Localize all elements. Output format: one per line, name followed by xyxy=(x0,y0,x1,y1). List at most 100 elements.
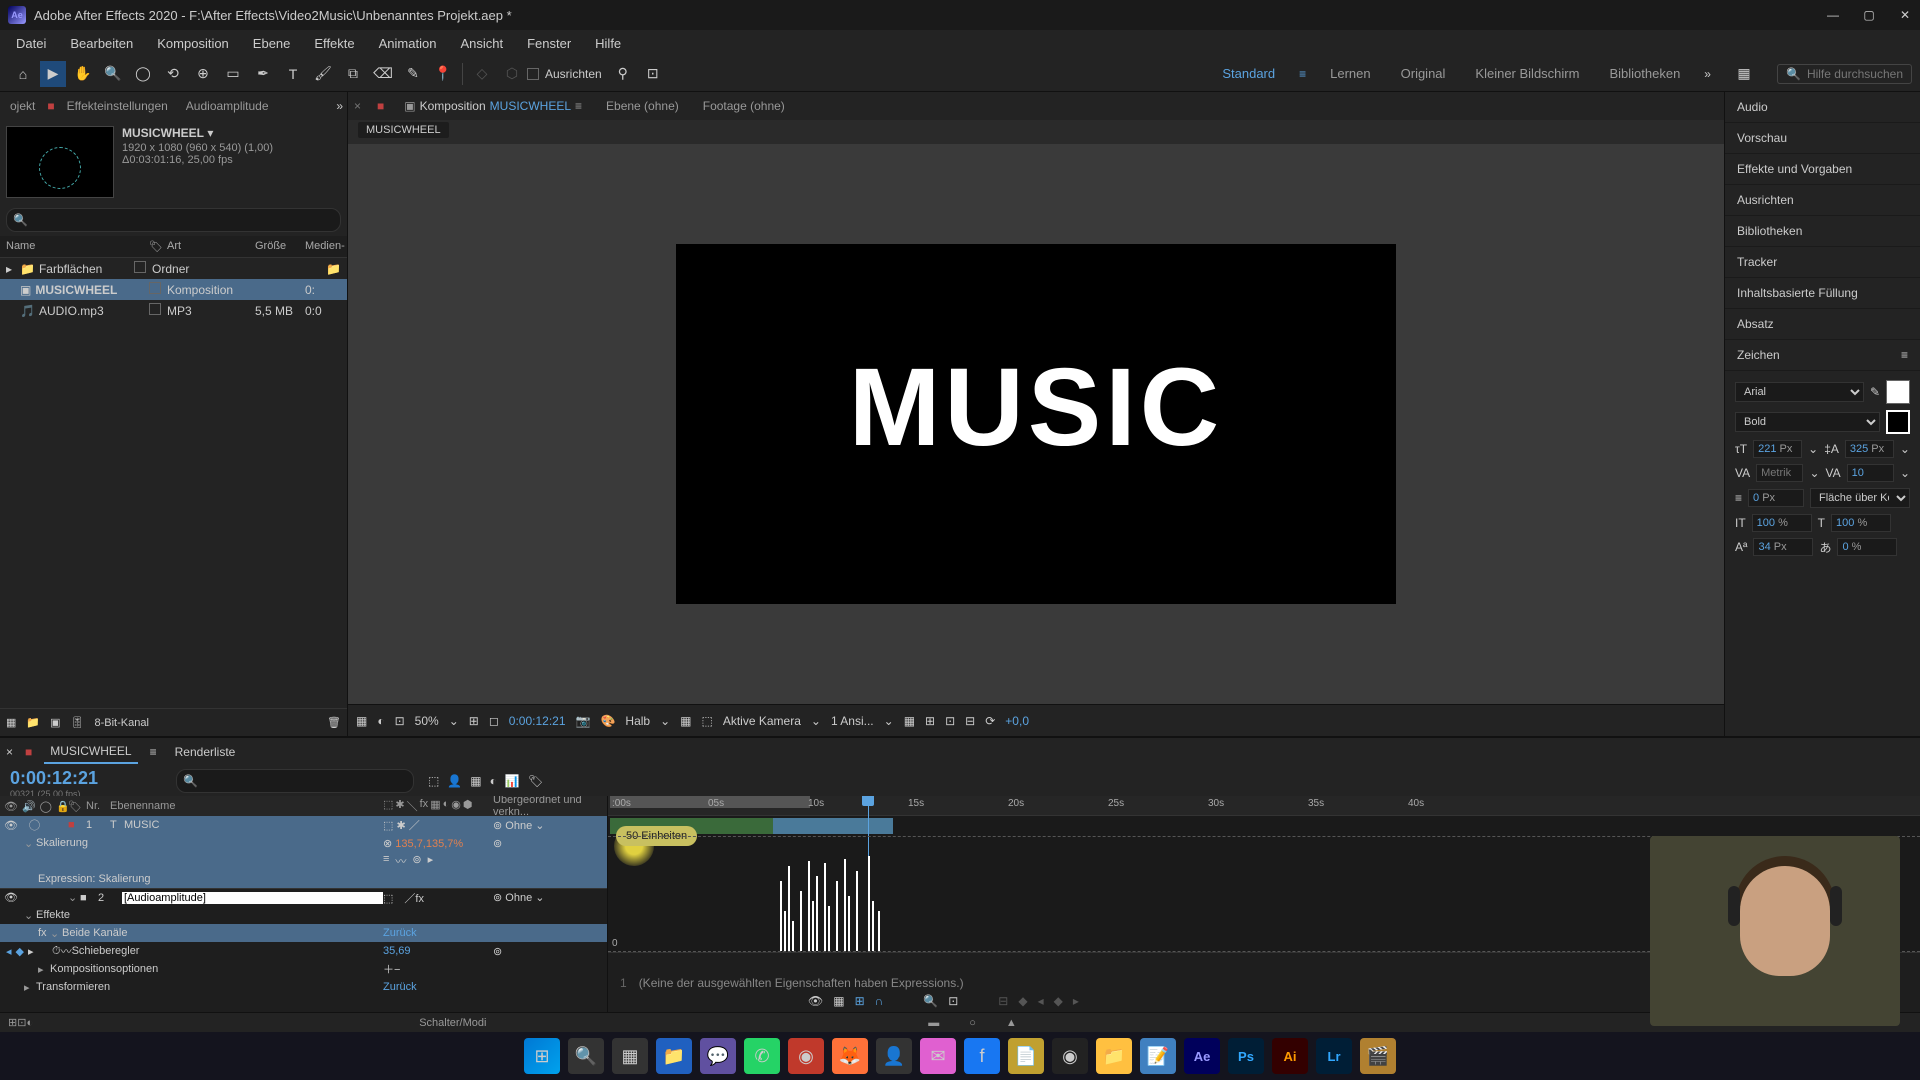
switches-modes-toggle[interactable]: Schalter/Modi xyxy=(33,1017,872,1029)
effect-settings-tab[interactable]: Effekteinstellungen xyxy=(61,95,174,117)
layer-name[interactable]: MUSIC xyxy=(124,819,383,831)
chevron-down-icon[interactable]: ⌄ xyxy=(1808,442,1818,456)
prop-value[interactable]: 135,7,135,7% xyxy=(395,838,463,850)
menu-composition[interactable]: Komposition xyxy=(147,32,239,55)
video-toggle-icon[interactable]: 👁 xyxy=(4,800,18,813)
switch-icon[interactable]: ✱ xyxy=(395,798,404,814)
zoom-out-icon[interactable]: ▬ xyxy=(928,1017,939,1029)
switch-icon[interactable]: ⬚ xyxy=(383,798,393,814)
chevron-down-icon[interactable]: ⌄ xyxy=(1900,442,1910,456)
time-ruler[interactable]: :00s 05s 10s 15s 20s 25s 30s 35s 40s xyxy=(608,796,1920,816)
leading-input[interactable]: 325 Px xyxy=(1845,440,1894,458)
slider-property[interactable]: ◂ ◆ ▸ ⏱ 〰 Schieberegler 35,69 ⊚ xyxy=(0,942,607,960)
panel-preview[interactable]: Vorschau xyxy=(1725,123,1920,154)
timeline-tab-render[interactable]: Renderliste xyxy=(169,741,242,763)
panel-character-title[interactable]: Zeichen xyxy=(1737,348,1780,362)
reset-link[interactable]: Zurück xyxy=(383,981,493,993)
nr-col[interactable]: Nr. xyxy=(86,800,110,812)
resolution-select[interactable]: Halb xyxy=(625,714,650,728)
layer-row-2[interactable]: 👁 ⌄ ■ 2 [Audioamplitude] ⬚ ／fx ⊚ Ohne ⌄ xyxy=(0,888,607,906)
graph-fit-icon[interactable]: 🔍 xyxy=(923,994,938,1008)
grid-icon[interactable]: ⊡ xyxy=(945,714,955,728)
viewer-lock-icon[interactable]: × xyxy=(354,99,361,113)
selection-tool-icon[interactable]: ▶ xyxy=(40,61,66,87)
workspace-original[interactable]: Original xyxy=(1395,62,1452,85)
minimize-button[interactable]: — xyxy=(1826,8,1840,22)
separate-dims-icon[interactable]: ⊟ xyxy=(998,994,1008,1008)
font-style-select[interactable]: Bold xyxy=(1735,412,1880,432)
col-name[interactable]: Name xyxy=(6,240,149,253)
clone-tool-icon[interactable]: ⧉ xyxy=(340,61,366,87)
res-dropdown-icon[interactable]: ⌄ xyxy=(660,714,670,728)
trash-icon[interactable]: 🗑 xyxy=(327,716,341,729)
effect-comp-tab[interactable]: Audioamplitude xyxy=(180,95,275,117)
orbit-tool-icon[interactable]: ◯ xyxy=(130,61,156,87)
baseline-input[interactable]: 34 Px xyxy=(1753,538,1813,556)
app-icon-1[interactable]: 💬 xyxy=(700,1038,736,1074)
col-type[interactable]: Art xyxy=(167,240,255,253)
facebook-icon[interactable]: f xyxy=(964,1038,1000,1074)
stopwatch-icon[interactable]: ⏱ xyxy=(52,945,61,958)
show-snapshot-icon[interactable]: 🎨 xyxy=(600,714,615,728)
app-icon-2[interactable]: ◉ xyxy=(788,1038,824,1074)
frame-blend-toggle-icon[interactable]: ⊡ xyxy=(17,1016,26,1029)
expr-enable-icon[interactable]: ≡ xyxy=(383,853,389,869)
current-time-display[interactable]: 0:00:12:21 xyxy=(10,768,160,789)
camera-dropdown-icon[interactable]: ⌄ xyxy=(811,714,821,728)
home-tool-icon[interactable]: ⌂ xyxy=(10,61,36,87)
eyedropper-icon[interactable]: ✎ xyxy=(1870,385,1880,399)
snapshot-icon[interactable]: 📷 xyxy=(576,714,591,728)
panel-audio[interactable]: Audio xyxy=(1725,92,1920,123)
pixel-aspect-icon[interactable]: ⊟ xyxy=(965,714,975,728)
fast-preview-icon[interactable]: ⟳ xyxy=(985,714,995,728)
menu-animation[interactable]: Animation xyxy=(369,32,447,55)
maximize-button[interactable]: ▢ xyxy=(1862,8,1876,22)
exposure-value[interactable]: +0,0 xyxy=(1005,714,1029,728)
new-comp-icon[interactable]: ▣ xyxy=(50,716,60,729)
switch-icon[interactable]: ▦ xyxy=(430,798,440,814)
panel-menu-icon[interactable]: » xyxy=(336,99,343,113)
workspace-menu-icon[interactable]: ≡ xyxy=(1299,67,1306,81)
panel-align[interactable]: Ausrichten xyxy=(1725,185,1920,216)
edit-key-icon[interactable]: ◆ xyxy=(1018,994,1027,1008)
close-button[interactable]: ✕ xyxy=(1898,8,1912,22)
viewer-tab-comp[interactable]: ▣ Komposition MUSICWHEEL ≡ xyxy=(400,95,586,117)
parent-select[interactable]: Ohne xyxy=(505,892,532,904)
key-ease-icon[interactable]: ◆ xyxy=(1054,994,1063,1008)
app-icon-3[interactable]: 👤 xyxy=(876,1038,912,1074)
timeline-close-icon[interactable]: × xyxy=(6,745,13,759)
graph-fit-all-icon[interactable]: ⊡ xyxy=(948,994,958,1008)
prev-key-icon[interactable]: ◂ xyxy=(6,945,12,958)
app-icon-5[interactable]: 🎬 xyxy=(1360,1038,1396,1074)
task-view-icon[interactable]: ▦ xyxy=(612,1038,648,1074)
composition-canvas[interactable]: MUSIC xyxy=(676,244,1396,604)
rotate-tool-icon[interactable]: ⟲ xyxy=(160,61,186,87)
notepad-icon[interactable]: 📝 xyxy=(1140,1038,1176,1074)
switch-icon[interactable]: ⬢ xyxy=(463,798,473,814)
zoom-slider[interactable]: ○ xyxy=(969,1017,976,1029)
views-select[interactable]: 1 Ansi... xyxy=(831,714,874,728)
res-icon[interactable]: ⊞ xyxy=(469,714,479,728)
tool-opt2-icon[interactable]: ⬡ xyxy=(499,61,525,87)
search-taskbar-icon[interactable]: 🔍 xyxy=(568,1038,604,1074)
solo-toggle-icon[interactable]: ◯ xyxy=(40,800,52,813)
help-search[interactable]: 🔍 Hilfe durchsuchen xyxy=(1777,64,1912,84)
photoshop-icon[interactable]: Ps xyxy=(1228,1038,1264,1074)
reset-link[interactable]: Zurück xyxy=(383,927,493,939)
timeline-search[interactable]: 🔍 xyxy=(176,769,414,793)
menu-layer[interactable]: Ebene xyxy=(243,32,301,55)
label-col-icon[interactable]: 🏷 xyxy=(68,800,86,813)
col-label-icon[interactable]: 🏷 xyxy=(149,240,167,253)
channel-icon[interactable]: ⊡ xyxy=(395,714,405,728)
graph-auto-zoom-icon[interactable]: ∩ xyxy=(875,994,884,1008)
zoom-in-icon[interactable]: ▲ xyxy=(1006,1017,1017,1029)
tool-opt1-icon[interactable]: ◇ xyxy=(469,61,495,87)
snap-opt2-icon[interactable]: ⊡ xyxy=(640,61,666,87)
hand-tool-icon[interactable]: ✋ xyxy=(70,61,96,87)
next-key-icon[interactable]: ▸ xyxy=(28,945,34,958)
messenger-icon[interactable]: ✉ xyxy=(920,1038,956,1074)
stroke-width-input[interactable]: 0 Px xyxy=(1748,489,1804,507)
adjust-icon[interactable]: 🎚 xyxy=(71,716,85,729)
menu-window[interactable]: Fenster xyxy=(517,32,581,55)
puppet-tool-icon[interactable]: 📍 xyxy=(430,61,456,87)
